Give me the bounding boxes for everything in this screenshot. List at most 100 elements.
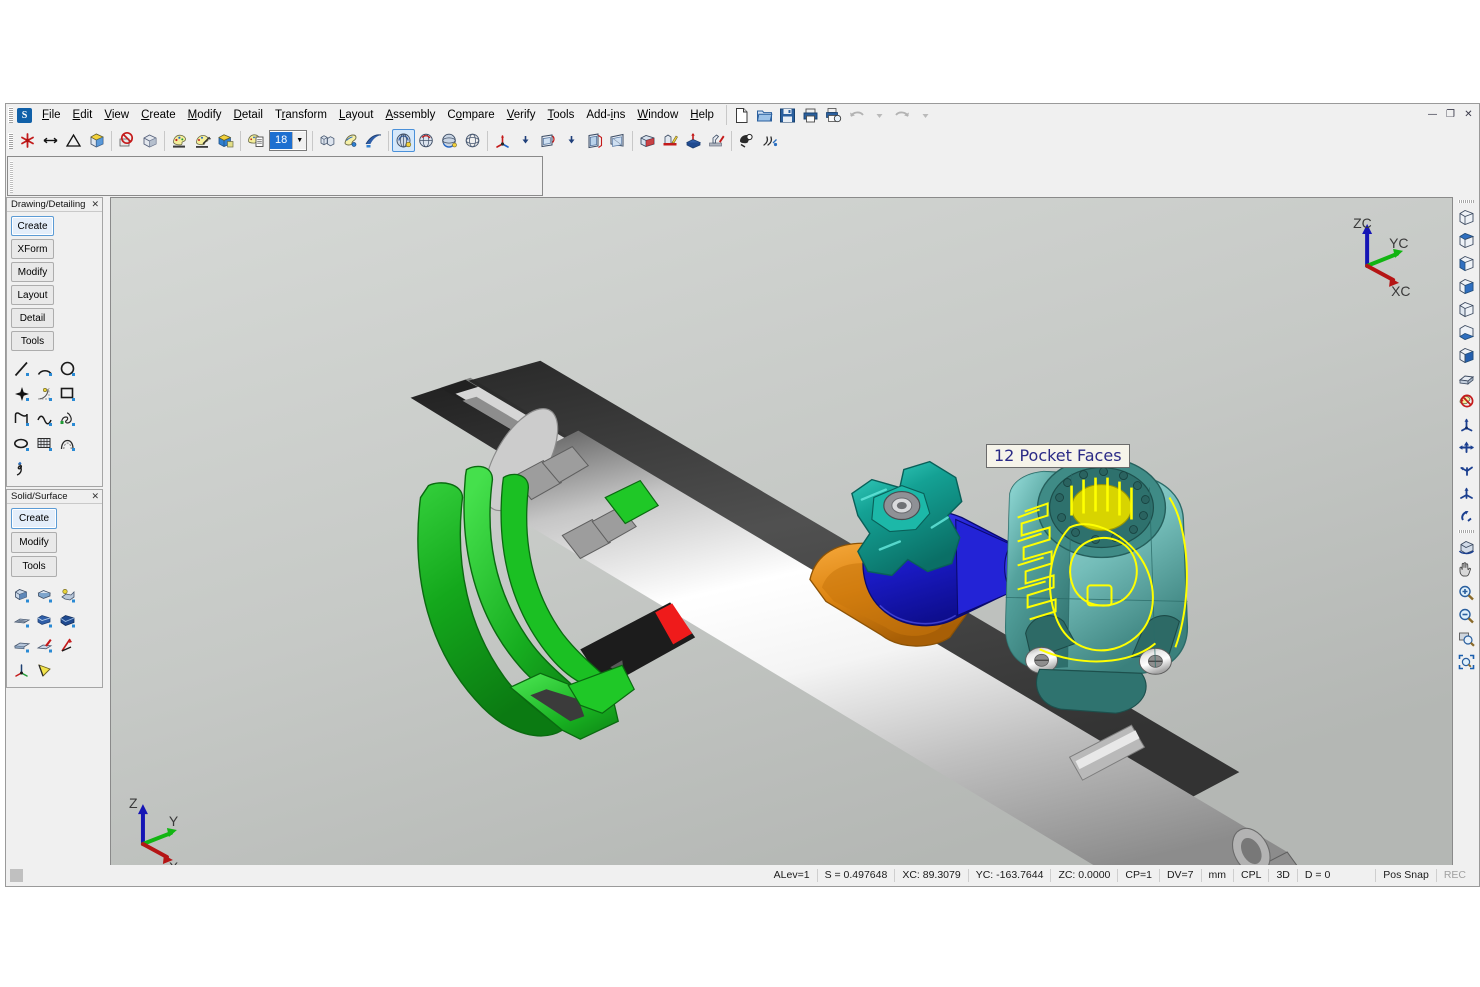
- view-plane-icon[interactable]: [537, 129, 560, 152]
- solid-cube-icon[interactable]: [85, 129, 108, 152]
- boolean-add-icon[interactable]: [34, 608, 55, 631]
- shaded-swoosh-icon[interactable]: [362, 129, 385, 152]
- triangle-icon[interactable]: [62, 129, 85, 152]
- wireframe-shade-icon[interactable]: [316, 129, 339, 152]
- named-view-icon[interactable]: [606, 129, 629, 152]
- rotate-entity-icon[interactable]: [1454, 504, 1478, 527]
- rotate-view-icon[interactable]: [415, 129, 438, 152]
- view-dropdown-icon[interactable]: [560, 129, 583, 152]
- front-view-icon[interactable]: [1454, 251, 1478, 274]
- panel-drawing-detailing-titlebar[interactable]: Drawing/Detailing ✕: [7, 198, 102, 212]
- analyze-entity-icon[interactable]: [735, 129, 758, 152]
- blank-entity-icon[interactable]: [115, 129, 138, 152]
- menu-assembly[interactable]: Assembly: [380, 106, 442, 124]
- menu-view[interactable]: View: [98, 106, 135, 124]
- level-number-combo[interactable]: 18 ▼: [269, 130, 308, 151]
- point-icon[interactable]: [11, 382, 32, 405]
- axis-triad-icon[interactable]: [1454, 435, 1478, 458]
- close-button[interactable]: ✕: [1460, 107, 1477, 122]
- loft-solid-icon[interactable]: [11, 608, 32, 631]
- zoom-out-icon[interactable]: [1454, 604, 1478, 627]
- color-palette-icon[interactable]: [168, 129, 191, 152]
- dynamic-rotate-view-icon[interactable]: [1454, 535, 1478, 558]
- extrude-solid-icon[interactable]: [11, 583, 32, 606]
- freeform-curve-icon[interactable]: [57, 407, 78, 430]
- section-view-icon[interactable]: [1454, 366, 1478, 389]
- machine-group-icon[interactable]: [682, 129, 705, 152]
- print-icon[interactable]: [799, 104, 822, 127]
- back-view-icon[interactable]: [1454, 297, 1478, 320]
- menu-modify[interactable]: Modify: [182, 106, 228, 124]
- close-icon[interactable]: ✕: [91, 491, 99, 502]
- open-folder-icon[interactable]: [753, 104, 776, 127]
- menu-compare[interactable]: Compare: [441, 106, 500, 124]
- chevron-down-icon[interactable]: ▼: [292, 132, 307, 149]
- ss-create-button[interactable]: Create: [11, 508, 57, 529]
- dd-detail-button[interactable]: Detail: [11, 308, 54, 328]
- ellipse-icon[interactable]: [11, 432, 32, 455]
- orbit-view-icon[interactable]: [461, 129, 484, 152]
- offset-curve-icon[interactable]: [57, 432, 78, 455]
- bottom-view-icon[interactable]: [1454, 320, 1478, 343]
- right-toolbar-grip-2[interactable]: [1453, 527, 1479, 535]
- dd-layout-button[interactable]: Layout: [11, 285, 54, 305]
- command-input-panel[interactable]: [7, 156, 543, 196]
- menu-edit[interactable]: Edit: [67, 106, 99, 124]
- fit-to-screen-icon[interactable]: [1454, 650, 1478, 673]
- command-panel-grip[interactable]: [10, 161, 13, 193]
- unblank-entity-icon[interactable]: [138, 129, 161, 152]
- line-arrow-icon[interactable]: [39, 129, 62, 152]
- gnomon-rotate-icon[interactable]: [1454, 412, 1478, 435]
- dd-create-button[interactable]: Create: [11, 216, 54, 236]
- circle-icon[interactable]: [57, 357, 78, 380]
- dynamic-rotate-icon[interactable]: [392, 129, 416, 152]
- shell-solid-icon[interactable]: [11, 633, 32, 656]
- top-view-icon[interactable]: [1454, 228, 1478, 251]
- ss-tools-button[interactable]: Tools: [11, 556, 57, 577]
- revolve-solid-icon[interactable]: [34, 583, 55, 606]
- menu-detail[interactable]: Detail: [228, 106, 269, 124]
- close-icon[interactable]: ✕: [91, 199, 99, 210]
- hidden-line-icon[interactable]: [339, 129, 362, 152]
- menu-help[interactable]: Help: [684, 106, 720, 124]
- screen-view-icon[interactable]: [583, 129, 606, 152]
- arc-icon[interactable]: [34, 357, 55, 380]
- graphics-viewport[interactable]: ZC YC XC Z Y X 12 Pocket Faces: [110, 197, 1453, 866]
- zoom-in-icon[interactable]: [1454, 581, 1478, 604]
- isometric-view-icon[interactable]: [1454, 205, 1478, 228]
- sweep-solid-icon[interactable]: [57, 583, 78, 606]
- rectangle-icon[interactable]: [57, 382, 78, 405]
- undo-history-icon[interactable]: [868, 104, 891, 127]
- dd-modify-button[interactable]: Modify: [11, 262, 54, 282]
- attributes-icon[interactable]: [191, 129, 214, 152]
- zoom-window-icon[interactable]: [1454, 627, 1478, 650]
- menubar-drag-grip[interactable]: [8, 107, 13, 123]
- level-cube-icon[interactable]: [214, 129, 237, 152]
- point-star-icon[interactable]: [16, 129, 39, 152]
- menu-add-ins[interactable]: Add-ins: [580, 106, 631, 124]
- fillet-icon[interactable]: [34, 382, 55, 405]
- menu-layout[interactable]: Layout: [333, 106, 380, 124]
- spline-icon[interactable]: [34, 407, 55, 430]
- menu-transform[interactable]: Transform: [269, 106, 333, 124]
- net-surface-icon[interactable]: [11, 658, 32, 681]
- print-preview-icon[interactable]: [822, 104, 845, 127]
- save-icon[interactable]: [776, 104, 799, 127]
- sketch-icon[interactable]: [11, 457, 32, 480]
- measure-icon[interactable]: [758, 129, 781, 152]
- verify-toolpath-icon[interactable]: [705, 129, 728, 152]
- minimize-button[interactable]: —: [1424, 107, 1441, 122]
- polyline-icon[interactable]: [11, 407, 32, 430]
- cpl-axes-icon[interactable]: [491, 129, 514, 152]
- dd-tools-button[interactable]: Tools: [11, 331, 54, 351]
- menu-window[interactable]: Window: [631, 106, 684, 124]
- redo-icon[interactable]: [891, 104, 914, 127]
- cpl-dropdown-icon[interactable]: [514, 129, 537, 152]
- grid-pattern-icon[interactable]: [34, 432, 55, 455]
- menu-create[interactable]: Create: [135, 106, 182, 124]
- trim-surface-icon[interactable]: [34, 658, 55, 681]
- line-icon[interactable]: [11, 357, 32, 380]
- toolpath-box-icon[interactable]: [636, 129, 659, 152]
- ruled-surface-icon[interactable]: [57, 633, 78, 656]
- right-view-icon[interactable]: [1454, 274, 1478, 297]
